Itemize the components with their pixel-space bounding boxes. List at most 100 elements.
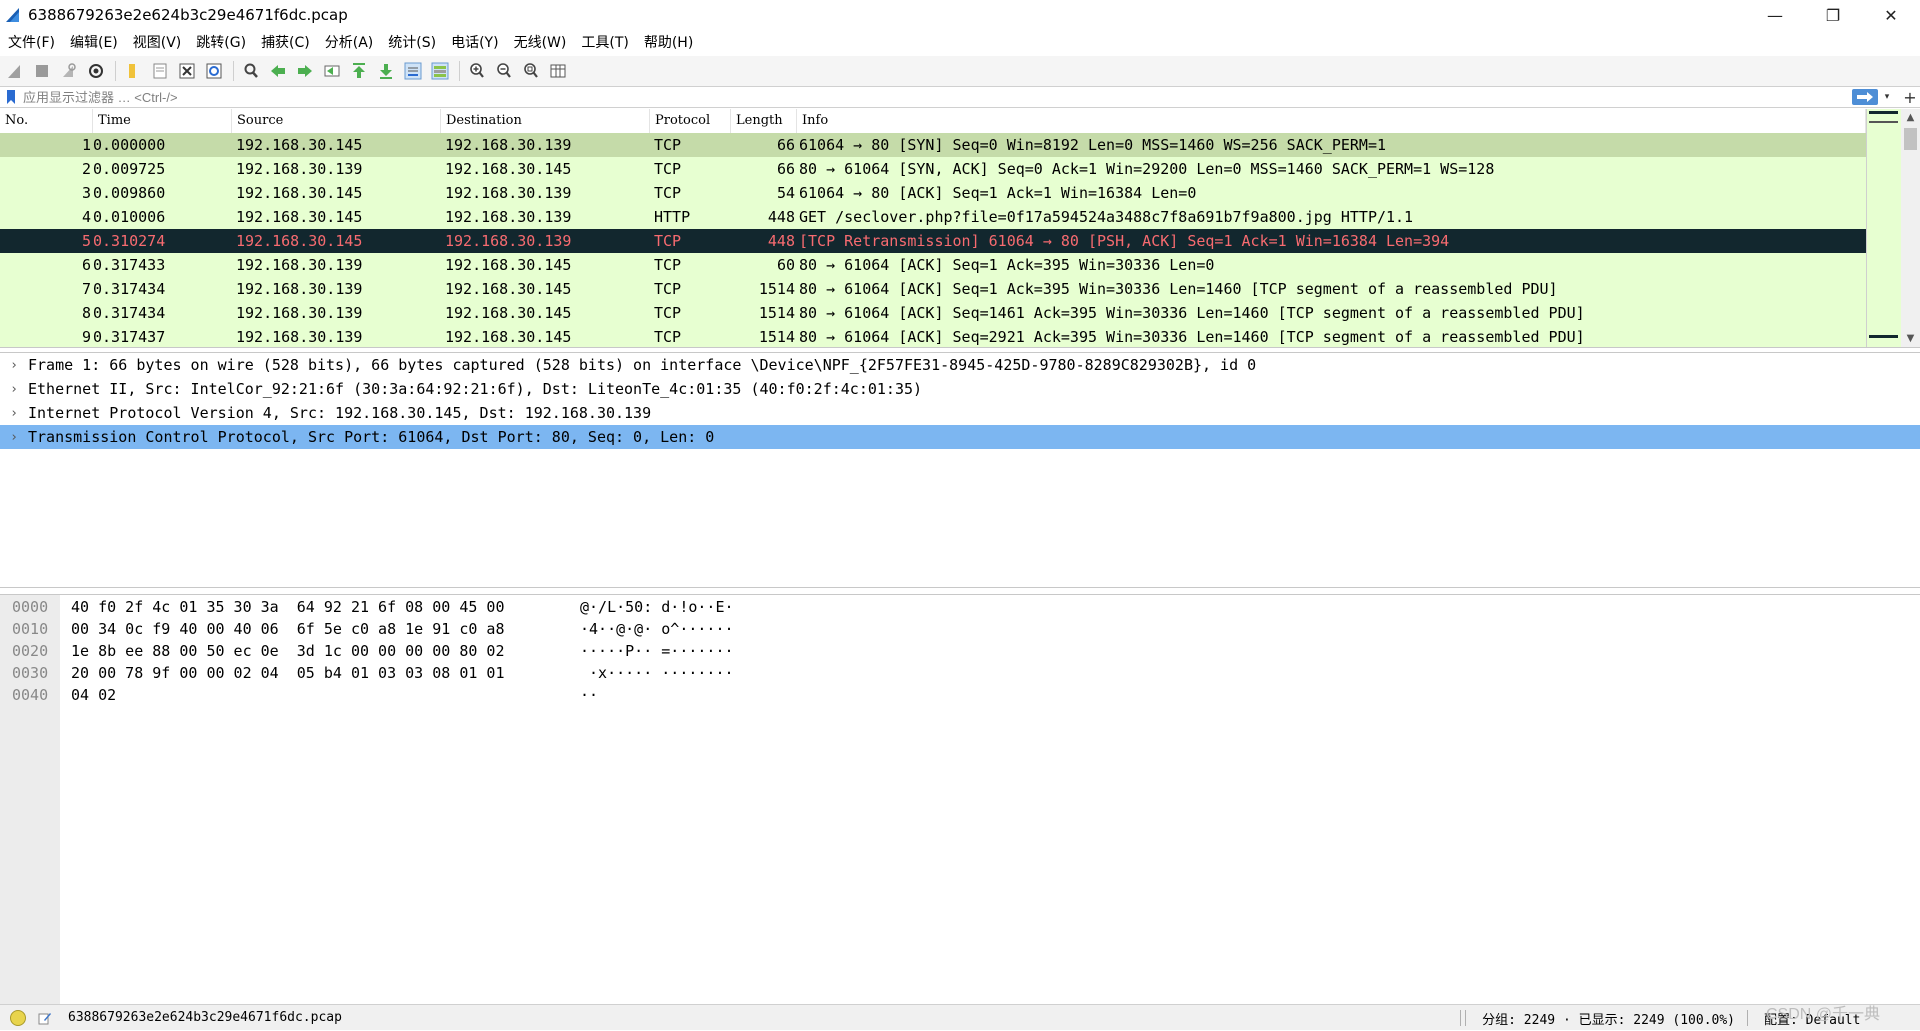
menu-file[interactable]: 文件(F) [0, 32, 62, 52]
add-filter-button[interactable]: + [1900, 88, 1920, 107]
zoom-in-icon [470, 63, 484, 78]
menu-help[interactable]: 帮助(H) [636, 32, 700, 52]
toolbar-separator [233, 61, 234, 81]
zoom-reset-button[interactable] [520, 60, 542, 82]
autoscroll-button[interactable] [402, 60, 424, 82]
close-file-button[interactable] [176, 60, 198, 82]
table-row[interactable]: 2 0.009725 192.168.30.139 192.168.30.145… [0, 157, 1866, 181]
cell-info: 61064 → 80 [ACK] Seq=1 Ack=1 Win=16384 L… [799, 184, 1197, 202]
menu-statistics[interactable]: 统计(S) [380, 32, 443, 52]
column-header-source[interactable]: Source [232, 109, 441, 133]
tree-item-label: Transmission Control Protocol, Src Port:… [28, 428, 715, 446]
table-row[interactable]: 4 0.010006 192.168.30.145 192.168.30.139… [0, 205, 1866, 229]
toolbar-separator [459, 61, 460, 81]
packet-list-scrollbar[interactable]: ▲ ▼ [1901, 109, 1920, 347]
cell-info: 61064 → 80 [SYN] Seq=0 Win=8192 Len=0 MS… [799, 136, 1386, 154]
go-back-button[interactable] [267, 60, 289, 82]
cell-length: 1514 [758, 328, 795, 346]
menu-telephony[interactable]: 电话(Y) [443, 32, 505, 52]
column-header-protocol[interactable]: Protocol [650, 109, 731, 133]
open-file-button[interactable] [122, 60, 144, 82]
hex-ascii: ·· [580, 686, 599, 704]
table-row[interactable]: 9 0.317437 192.168.30.139 192.168.30.145… [0, 325, 1866, 347]
go-last-button[interactable] [375, 60, 397, 82]
expert-info-icon[interactable] [10, 1009, 26, 1026]
go-to-packet-button[interactable] [321, 60, 343, 82]
menu-tools[interactable]: 工具(T) [573, 32, 635, 52]
chevron-right-icon[interactable]: › [0, 358, 28, 373]
cell-source: 192.168.30.145 [236, 136, 363, 154]
status-separator [1460, 1010, 1462, 1026]
menu-wireless[interactable]: 无线(W) [506, 32, 574, 52]
stop-capture-button[interactable] [31, 60, 53, 82]
chevron-right-icon[interactable]: › [0, 430, 28, 445]
column-header-destination[interactable]: Destination [441, 109, 650, 133]
chevron-right-icon[interactable]: › [0, 406, 28, 421]
edit-comment-icon[interactable] [38, 1011, 52, 1025]
menu-go[interactable]: 跳转(G) [188, 32, 253, 52]
start-capture-button[interactable] [4, 60, 26, 82]
hex-ascii: ·x····· ········ [580, 664, 734, 682]
scroll-down-icon[interactable]: ▼ [1901, 330, 1920, 347]
cell-info: GET /seclover.php?file=0f17a594524a3488c… [799, 208, 1414, 226]
capture-options-button[interactable] [85, 60, 107, 82]
apply-filter-button[interactable] [1852, 89, 1878, 105]
column-header-info[interactable]: Info [797, 109, 1866, 133]
tree-item-ethernet[interactable]: › Ethernet II, Src: IntelCor_92:21:6f (3… [0, 377, 1920, 401]
tree-item-ipv4[interactable]: › Internet Protocol Version 4, Src: 192.… [0, 401, 1920, 425]
menu-view[interactable]: 视图(V) [125, 32, 189, 52]
find-packet-button[interactable] [240, 60, 262, 82]
tree-item-frame[interactable]: › Frame 1: 66 bytes on wire (528 bits), … [0, 353, 1920, 377]
shark-fin-icon [8, 65, 20, 78]
stop-icon [36, 65, 48, 77]
table-row[interactable]: 1 0.000000 192.168.30.145 192.168.30.139… [0, 133, 1866, 157]
save-file-button[interactable] [149, 60, 171, 82]
colorize-icon [431, 62, 449, 80]
scroll-thumb[interactable] [1904, 128, 1917, 150]
table-row[interactable]: 3 0.009860 192.168.30.145 192.168.30.139… [0, 181, 1866, 205]
status-bar: 6388679263e2e624b3c29e4671f6dc.pcap 分组: … [0, 1004, 1920, 1030]
colorize-button[interactable] [429, 60, 451, 82]
go-forward-button[interactable] [294, 60, 316, 82]
packet-bytes[interactable]: 0000 40 f0 2f 4c 01 35 30 3a 64 92 21 6f… [0, 594, 1920, 1005]
table-row[interactable]: 6 0.317433 192.168.30.139 192.168.30.145… [0, 253, 1866, 277]
menu-analyze[interactable]: 分析(A) [317, 32, 381, 52]
column-header-time[interactable]: Time [93, 109, 232, 133]
bookmark-icon[interactable] [3, 88, 19, 106]
chevron-right-icon[interactable]: › [0, 382, 28, 397]
cell-destination: 192.168.30.145 [445, 280, 572, 298]
table-row[interactable]: 7 0.317434 192.168.30.139 192.168.30.145… [0, 277, 1866, 301]
resize-columns-button[interactable] [547, 60, 569, 82]
cell-length: 448 [767, 232, 795, 250]
hex-ascii: ·4··@·@· o^······ [580, 620, 734, 638]
filter-history-dropdown[interactable]: ▾ [1880, 89, 1894, 105]
zoom-in-button[interactable] [466, 60, 488, 82]
go-first-button[interactable] [348, 60, 370, 82]
restart-capture-button[interactable] [58, 60, 80, 82]
menu-capture[interactable]: 捕获(C) [253, 32, 317, 52]
column-header-length[interactable]: Length [731, 109, 797, 133]
scroll-up-icon[interactable]: ▲ [1901, 109, 1920, 126]
cell-destination: 192.168.30.139 [445, 184, 572, 202]
hex-offset: 0000 [12, 598, 49, 616]
zoom-out-button[interactable] [493, 60, 515, 82]
table-row-selected[interactable]: 5 0.310274 192.168.30.145 192.168.30.139… [0, 229, 1866, 253]
packet-minimap[interactable] [1866, 109, 1901, 347]
menu-edit[interactable]: 编辑(E) [62, 32, 125, 52]
close-button[interactable]: ✕ [1862, 0, 1920, 30]
table-row[interactable]: 8 0.317434 192.168.30.139 192.168.30.145… [0, 301, 1866, 325]
cell-source: 192.168.30.139 [236, 304, 363, 322]
restore-button[interactable]: ❐ [1804, 0, 1862, 30]
cell-destination: 192.168.30.145 [445, 328, 572, 346]
main-toolbar [0, 56, 1920, 86]
column-header-no[interactable]: No. [0, 109, 93, 133]
cell-destination: 192.168.30.145 [445, 160, 572, 178]
hex-bytes: 20 00 78 9f 00 00 02 04 05 b4 01 03 03 0… [71, 664, 505, 682]
tree-item-tcp[interactable]: › Transmission Control Protocol, Src Por… [0, 425, 1920, 449]
cell-no: 4 [81, 208, 91, 226]
hex-bytes: 1e 8b ee 88 00 50 ec 0e 3d 1c 00 00 00 0… [71, 642, 505, 660]
minimize-button[interactable]: — [1746, 0, 1804, 30]
display-filter-input[interactable] [19, 87, 1852, 107]
reload-file-button[interactable] [203, 60, 225, 82]
cell-time: 0.317434 [93, 304, 166, 322]
